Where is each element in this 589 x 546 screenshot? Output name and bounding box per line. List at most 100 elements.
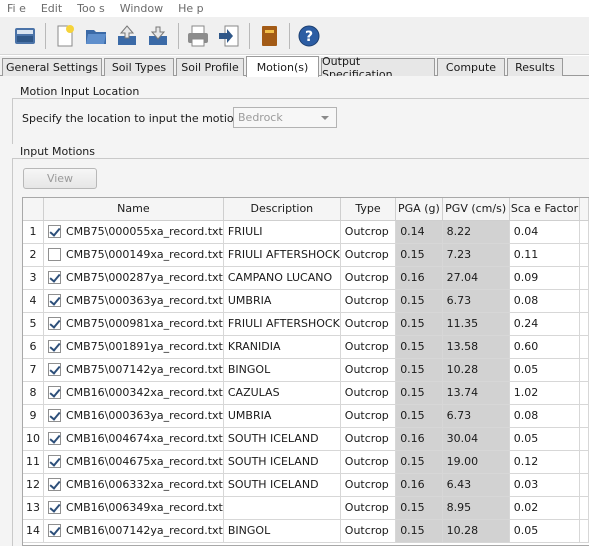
table-row[interactable]: 2 CMB75\000149xa_record.txt FRIULI AFTERSH…: [23, 243, 589, 267]
motion-name-cell[interactable]: CMB16\000342xa_record.txt: [43, 381, 224, 405]
menu-file[interactable]: Fi e: [0, 2, 26, 15]
table-row[interactable]: 4 CMB75\000363ya_record.txt UMBRIA Outcrop 0…: [23, 289, 589, 313]
tab-soil-profile[interactable]: Soil Profile: [176, 58, 244, 76]
motion-type-cell[interactable]: Outcrop: [340, 496, 397, 520]
open-folder-icon[interactable]: [83, 23, 109, 49]
export-icon[interactable]: [145, 23, 171, 49]
motion-type-cell[interactable]: Outcrop: [340, 450, 397, 474]
tab-compute[interactable]: Compute: [437, 58, 505, 76]
tab-soil-types[interactable]: Soil Types: [104, 58, 174, 76]
motion-checkbox[interactable]: [47, 248, 61, 262]
motion-name-cell[interactable]: CMB16\004674xa_record.txt: [43, 427, 224, 451]
table-row[interactable]: 8 CMB16\000342xa_record.txt CAZULAS Outcrop…: [23, 381, 589, 405]
table-row[interactable]: 12 CMB16\006332xa_record.txt SOUTH ICELAND…: [23, 473, 589, 497]
column-header-description[interactable]: Description: [223, 198, 341, 221]
new-file-icon[interactable]: [52, 23, 78, 49]
motion-scale-factor-cell[interactable]: 0.09: [509, 266, 581, 290]
motion-name-cell[interactable]: CMB75\001891ya_record.txt: [43, 335, 224, 359]
motion-type-cell[interactable]: Outcrop: [340, 243, 397, 267]
motion-name-cell[interactable]: CMB75\000363ya_record.txt: [43, 289, 224, 313]
motion-scale-factor-cell[interactable]: 0.04: [509, 220, 581, 244]
motion-type-cell[interactable]: Outcrop: [340, 358, 397, 382]
motion-type-cell[interactable]: Outcrop: [340, 335, 397, 359]
menu-help[interactable]: He p: [171, 2, 204, 15]
menu-tools[interactable]: Too s: [70, 2, 105, 15]
motion-type-cell[interactable]: Outcrop: [340, 266, 397, 290]
motion-checkbox[interactable]: [47, 409, 61, 423]
table-row[interactable]: 1 CMB75\000055xa_record.txt FRIULI Outcrop 0…: [23, 220, 589, 244]
motion-type-cell[interactable]: Outcrop: [340, 519, 397, 543]
motion-checkbox[interactable]: [47, 340, 61, 354]
motion-scale-factor-cell[interactable]: 0.05: [509, 519, 581, 543]
motion-scale-factor-cell[interactable]: 0.60: [509, 335, 581, 359]
motion-type-cell[interactable]: Outcrop: [340, 312, 397, 336]
run-icon[interactable]: [216, 23, 242, 49]
table-row[interactable]: 11 CMB16\004675xa_record.txt SOUTH ICELAND…: [23, 450, 589, 474]
motion-scale-factor-cell[interactable]: 0.05: [509, 427, 581, 451]
motion-checkbox[interactable]: [47, 317, 61, 331]
menu-window[interactable]: Window: [113, 2, 163, 15]
location-select[interactable]: Bedrock: [233, 107, 337, 128]
motion-type-cell[interactable]: Outcrop: [340, 220, 397, 244]
motion-checkbox[interactable]: [47, 271, 61, 285]
motion-checkbox[interactable]: [47, 501, 61, 515]
help-icon[interactable]: ?: [296, 23, 322, 49]
view-button[interactable]: View: [23, 168, 97, 189]
motion-name-cell[interactable]: CMB16\007142ya_record.txt: [43, 519, 224, 543]
tab-output-specification[interactable]: Output Specification: [321, 55, 435, 81]
book-icon[interactable]: [256, 23, 282, 49]
motion-type-cell[interactable]: Outcrop: [340, 473, 397, 497]
motion-scale-factor-cell[interactable]: 0.05: [509, 358, 581, 382]
tab-motions[interactable]: Motion(s): [246, 56, 319, 77]
print-icon[interactable]: [185, 23, 211, 49]
menu-edit[interactable]: Edit: [34, 2, 62, 15]
motion-name-cell[interactable]: CMB16\006349xa_record.txt: [43, 496, 224, 520]
motion-scale-factor-cell[interactable]: 0.08: [509, 404, 581, 428]
motion-checkbox[interactable]: [47, 363, 61, 377]
motion-name-cell[interactable]: CMB75\000287ya_record.txt: [43, 266, 224, 290]
motion-type-cell[interactable]: Outcrop: [340, 289, 397, 313]
table-row[interactable]: 10 CMB16\004674xa_record.txt SOUTH ICELAND…: [23, 427, 589, 451]
table-row[interactable]: 14 CMB16\007142ya_record.txt BINGOL Outcrop…: [23, 519, 589, 543]
tab-results[interactable]: Results: [507, 58, 563, 76]
motion-scale-factor-cell[interactable]: 1.02: [509, 381, 581, 405]
tab-general-settings[interactable]: General Settings: [2, 58, 102, 76]
table-row[interactable]: 13 CMB16\006349xa_record.txt Outcrop 0.15 8.…: [23, 496, 589, 520]
motion-type-cell[interactable]: Outcrop: [340, 404, 397, 428]
import-icon[interactable]: [114, 23, 140, 49]
motion-name-cell[interactable]: CMB16\006332xa_record.txt: [43, 473, 224, 497]
motion-checkbox[interactable]: [47, 386, 61, 400]
table-row[interactable]: 3 CMB75\000287ya_record.txt CAMPANO LUCANO…: [23, 266, 589, 290]
motion-checkbox[interactable]: [47, 524, 61, 538]
motion-scale-factor-cell[interactable]: 0.24: [509, 312, 581, 336]
motion-type-cell[interactable]: Outcrop: [340, 381, 397, 405]
motion-checkbox[interactable]: [47, 432, 61, 446]
motion-description-cell: BINGOL: [223, 519, 341, 543]
motion-name-cell[interactable]: CMB75\000149xa_record.txt: [43, 243, 224, 267]
motion-name-cell[interactable]: CMB75\007142ya_record.txt: [43, 358, 224, 382]
column-header-scale-factor[interactable]: Sca e Factor: [509, 198, 581, 221]
table-row[interactable]: 6 CMB75\001891ya_record.txt KRANIDIA Outcro…: [23, 335, 589, 359]
motion-checkbox[interactable]: [47, 225, 61, 239]
column-header-pgv[interactable]: PGV (cm/s): [442, 198, 510, 221]
motion-checkbox[interactable]: [47, 478, 61, 492]
table-row[interactable]: 5 CMB75\000981xa_record.txt FRIULI AFTERSH…: [23, 312, 589, 336]
motion-checkbox[interactable]: [47, 455, 61, 469]
motion-name-cell[interactable]: CMB16\000363ya_record.txt: [43, 404, 224, 428]
column-header-type[interactable]: Type: [340, 198, 397, 221]
motion-name-cell[interactable]: CMB75\000055xa_record.txt: [43, 220, 224, 244]
motion-checkbox[interactable]: [47, 294, 61, 308]
motion-type-cell[interactable]: Outcrop: [340, 427, 397, 451]
column-header-name[interactable]: Name: [43, 198, 224, 221]
motion-scale-factor-cell[interactable]: 0.08: [509, 289, 581, 313]
motion-scale-factor-cell[interactable]: 0.02: [509, 496, 581, 520]
motion-name-cell[interactable]: CMB75\000981xa_record.txt: [43, 312, 224, 336]
table-row[interactable]: 7 CMB75\007142ya_record.txt BINGOL Outcrop 0…: [23, 358, 589, 382]
motion-scale-factor-cell[interactable]: 0.12: [509, 450, 581, 474]
disk-stack-icon[interactable]: [12, 23, 38, 49]
motion-scale-factor-cell[interactable]: 0.03: [509, 473, 581, 497]
column-header-pga[interactable]: PGA (g): [395, 198, 443, 221]
motion-name-cell[interactable]: CMB16\004675xa_record.txt: [43, 450, 224, 474]
motion-scale-factor-cell[interactable]: 0.11: [509, 243, 581, 267]
table-row[interactable]: 9 CMB16\000363ya_record.txt UMBRIA Outcrop 0…: [23, 404, 589, 428]
